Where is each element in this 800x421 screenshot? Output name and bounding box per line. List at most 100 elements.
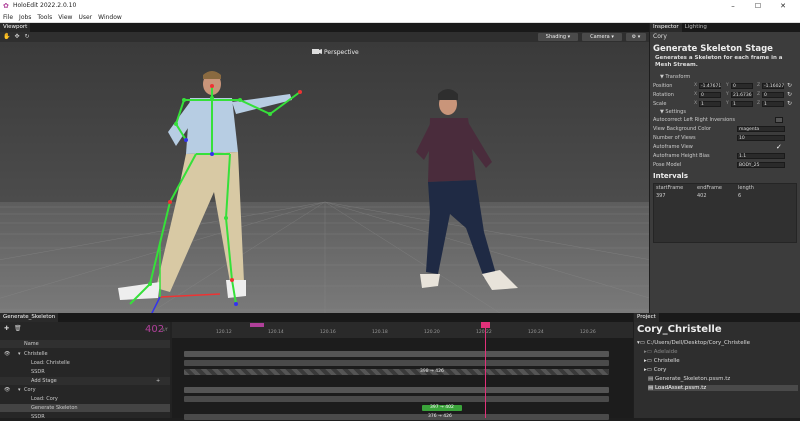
track-load-cory[interactable]: Load: Cory (0, 395, 170, 403)
range-marker[interactable] (250, 323, 264, 327)
tab-generate-skeleton[interactable]: Generate_Skeleton (0, 313, 59, 322)
rotation-row: Rotation X 0 Y 21.6736 Z 0 ↻ (653, 91, 797, 99)
hand-tool-icon[interactable]: ✋ (3, 33, 11, 41)
interval-cell: 6 (738, 193, 742, 199)
rotation-y-field[interactable]: 21.6736 (731, 92, 753, 98)
intervals-header: length (738, 185, 754, 191)
timeline-ruler[interactable]: 120.12 120.14 120.16 120.18 120.20 120.2… (172, 322, 633, 338)
autoframe-view-checkbox[interactable]: ✓ (775, 144, 783, 151)
scale-y-field[interactable]: 1 (731, 101, 753, 107)
menu-jobs[interactable]: Jobs (16, 12, 34, 23)
position-x-field[interactable]: -1.47671 (699, 83, 721, 89)
position-y-field[interactable]: 0 (731, 83, 753, 89)
menu-user[interactable]: User (75, 12, 95, 23)
playhead-handle[interactable] (481, 322, 490, 328)
camera-dropdown[interactable]: Camera ▾ (582, 33, 622, 41)
window-title: HoloEdit 2022.2.0.10 (13, 2, 77, 9)
project-path[interactable]: ▾▭ C:/Users/Dell/Desktop/Cory_Christelle (637, 340, 750, 346)
menu-window[interactable]: Window (95, 12, 125, 23)
menu-tools[interactable]: Tools (34, 12, 55, 23)
track-group-cory[interactable]: 👁 ▾ Cory (0, 386, 170, 394)
clip-ssdr-christelle[interactable] (184, 369, 609, 375)
ruler-label: 120.22 (476, 330, 492, 335)
clip-range-label: 398 → 426 (420, 369, 444, 374)
setting-row: View Background Color magenta (653, 125, 797, 133)
ruler-label: 120.24 (528, 330, 544, 335)
shading-dropdown[interactable]: Shading ▾ (538, 33, 578, 41)
track-label: Load: Christelle (31, 360, 70, 366)
rotate-tool-icon[interactable]: ↻ (23, 33, 31, 41)
chevron-down-icon[interactable]: ▾ (18, 386, 21, 394)
clip-load-christelle[interactable] (184, 360, 609, 366)
background-color-field[interactable]: magenta (737, 126, 785, 132)
transform-foldout[interactable]: ▼ Transform (660, 74, 690, 80)
menu-bar: File Jobs Tools View User Window (0, 12, 800, 23)
position-z-field[interactable]: -1.16027 (762, 83, 784, 89)
reset-icon[interactable]: ↻ (787, 82, 792, 90)
track-add-stage[interactable]: Add Stage + (0, 377, 170, 385)
tab-inspector[interactable]: Inspector (650, 23, 682, 32)
project-item[interactable]: ▤ Generate_Skeleton.pssm.tz (648, 376, 730, 382)
number-of-views-field[interactable]: 10 (737, 135, 785, 141)
track-generate-skeleton[interactable]: Generate Skeleton (0, 404, 170, 412)
scale-z-field[interactable]: 1 (762, 101, 784, 107)
file-icon: ▤ (648, 385, 655, 391)
pose-model-dropdown[interactable]: BODY_25 (737, 162, 785, 168)
position-row: Position X -1.47671 Y 0 Z -1.16027 ↻ (653, 82, 797, 90)
interval-cell: 397 (656, 193, 666, 199)
project-item-selected[interactable]: ▤ LoadAsset.pssm.tz (648, 385, 798, 391)
maximize-button[interactable]: ☐ (747, 0, 769, 12)
eye-icon[interactable]: 👁 (4, 386, 10, 394)
timeline-tabbar: Generate_Skeleton (0, 313, 633, 322)
track-group-christelle[interactable]: 👁 ▾ Christelle (0, 350, 170, 358)
clip-load-cory[interactable] (184, 396, 609, 402)
minimize-button[interactable]: – (722, 0, 744, 12)
setting-label: Autoframe View (653, 144, 693, 150)
track-ssdr-cory[interactable]: SSDR (0, 413, 170, 421)
tab-project[interactable]: Project (634, 313, 659, 322)
rotation-z-field[interactable]: 0 (762, 92, 784, 98)
perspective-camera-icon (312, 49, 322, 54)
item-label: Christelle (653, 358, 680, 364)
scale-x-field[interactable]: 1 (699, 101, 721, 107)
reset-icon[interactable]: ↻ (787, 91, 792, 99)
timeline-tracks-area[interactable]: 120.12 120.14 120.16 120.18 120.20 120.2… (172, 322, 633, 420)
add-icon[interactable]: ✚ (4, 325, 9, 332)
move-tool-icon[interactable]: ✥ (13, 33, 21, 41)
viewport-settings-dropdown[interactable]: ⚙ ▾ (626, 33, 646, 41)
tab-viewport[interactable]: Viewport (0, 23, 31, 32)
clip-christelle[interactable] (184, 351, 609, 357)
delete-icon[interactable]: 🗑 (14, 325, 22, 332)
playhead[interactable] (485, 322, 486, 418)
track-ssdr-christelle[interactable]: SSDR (0, 368, 170, 376)
item-label: Adelaide (653, 349, 678, 355)
autocorrect-checkbox[interactable] (775, 117, 783, 123)
menu-view[interactable]: View (55, 12, 75, 23)
clip-ssdr-cory[interactable] (184, 414, 609, 420)
close-button[interactable]: ✕ (772, 0, 794, 12)
object-name: Cory (653, 33, 667, 40)
track-label: Add Stage (31, 378, 57, 384)
y-axis-label: Y (726, 92, 729, 97)
project-item[interactable]: ▸▭ Cory (644, 367, 666, 373)
tab-lighting[interactable]: Lighting (682, 23, 710, 32)
clip-cory[interactable] (184, 387, 609, 393)
x-axis-label: X (694, 83, 698, 88)
plus-icon[interactable]: + (156, 377, 160, 385)
menu-file[interactable]: File (0, 12, 16, 23)
reset-icon[interactable]: ↻ (787, 100, 792, 108)
3d-scene[interactable]: Perspective (0, 42, 649, 313)
chevron-down-icon[interactable]: ▾ (18, 350, 21, 358)
rotation-x-field[interactable]: 0 (699, 92, 721, 98)
height-bias-field[interactable]: 1.1 (737, 153, 785, 159)
project-item[interactable]: ▸▭ Adelaide (644, 349, 678, 355)
track-load-christelle[interactable]: Load: Christelle (0, 359, 170, 367)
track-label: Christelle (24, 351, 48, 357)
position-label: Position (653, 83, 673, 89)
x-axis-label: X (694, 92, 698, 97)
clip-range-label: 397 → 402 (430, 405, 454, 410)
project-item[interactable]: ▸▭ Christelle (644, 358, 680, 364)
settings-foldout[interactable]: ▼ Settings (660, 109, 686, 115)
eye-icon[interactable]: 👁 (4, 350, 10, 358)
intervals-header: startFrame (656, 185, 684, 191)
